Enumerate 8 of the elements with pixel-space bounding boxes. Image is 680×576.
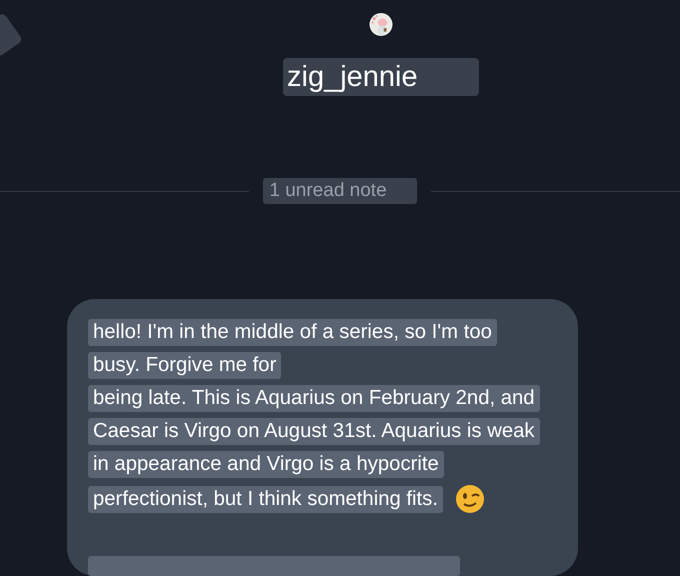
message-text: in appearance and Virgo is a hypocrite xyxy=(88,451,444,478)
message-text: Caesar is Virgo on August 31st. Aquarius is weak xyxy=(88,418,540,445)
message-text: being late. This is Aquarius on February 2nd, and xyxy=(88,385,540,412)
username: zig_jennie xyxy=(283,58,479,96)
message-text: perfectionist, but I think something fits. xyxy=(88,486,443,512)
message-text: busy. Forgive me for xyxy=(88,352,282,379)
message-text: hello! I'm in the middle of a series, so I'm too xyxy=(88,319,497,346)
unread-label: 1 unread note xyxy=(263,178,417,204)
